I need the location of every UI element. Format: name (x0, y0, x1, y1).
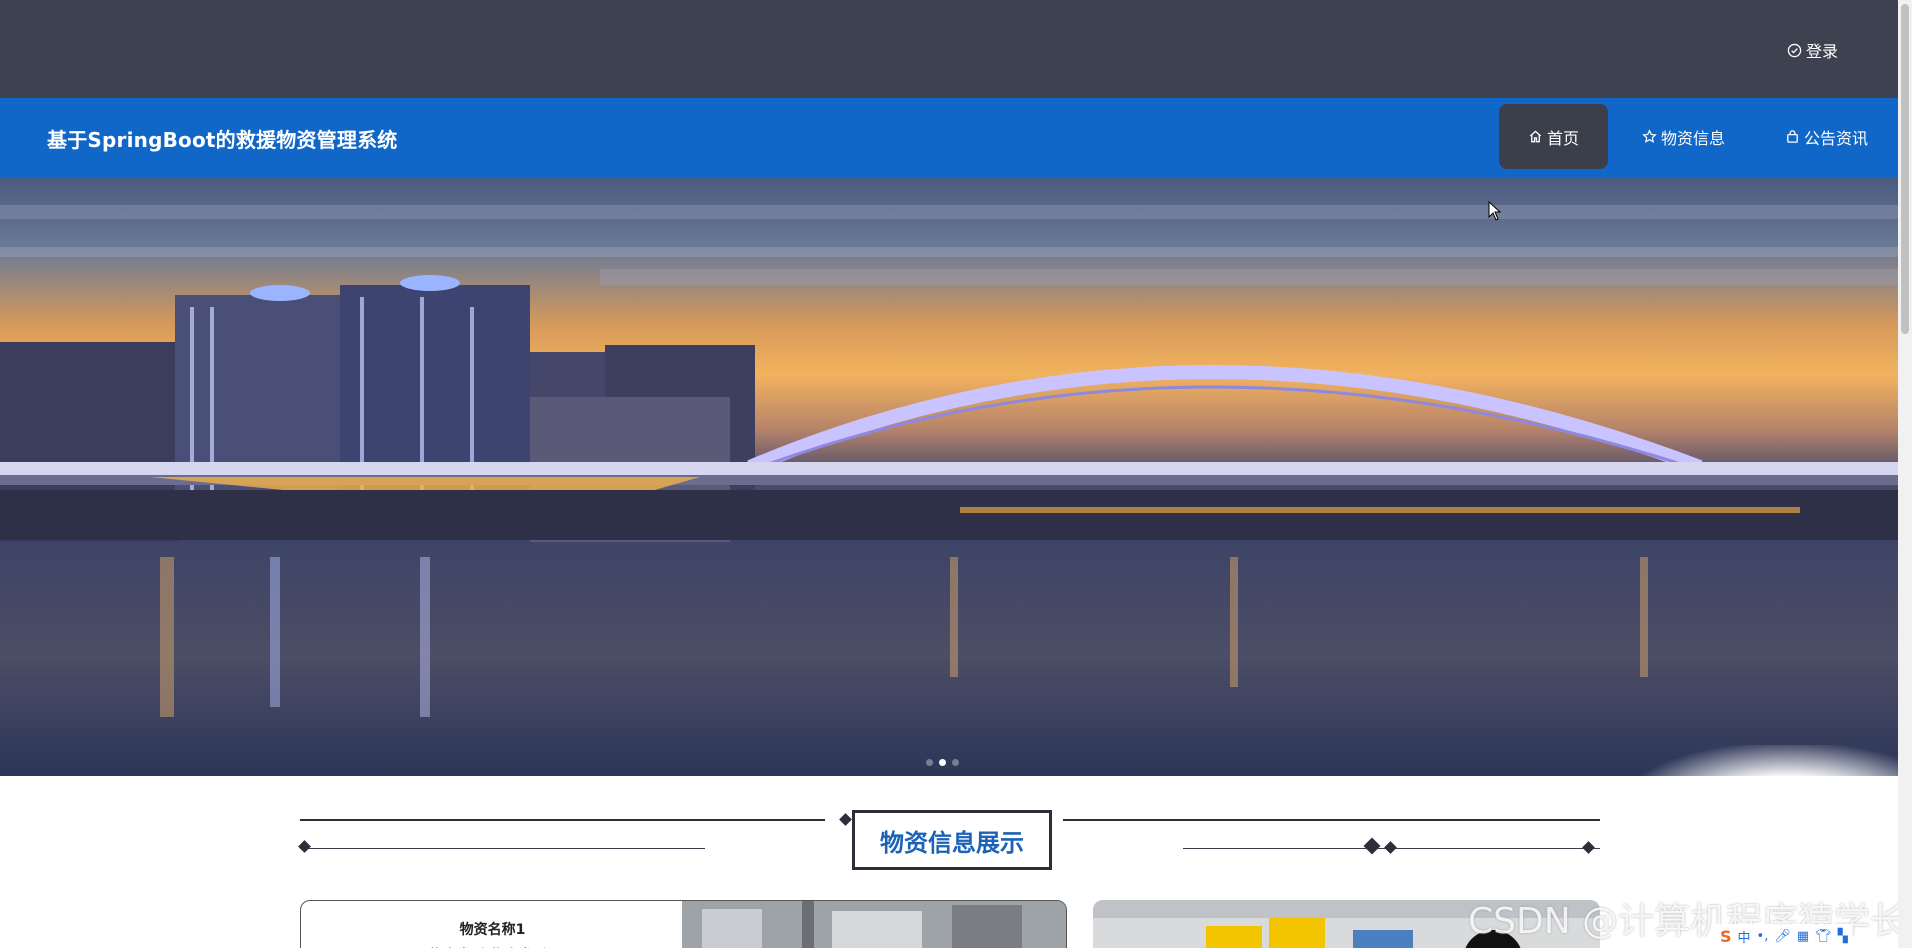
overlay-glow (1622, 745, 1898, 885)
diamond-ornament (298, 840, 311, 853)
diamond-ornament (1363, 837, 1381, 855)
banner-carousel[interactable] (0, 177, 1898, 776)
site-title: 基于SpringBoot的救援物资管理系统 (47, 128, 398, 152)
sogou-icon: S (1720, 926, 1732, 946)
section-header: 物资信息展示 (298, 810, 1600, 870)
mic-icon: 🎤︎ (1774, 928, 1791, 944)
diamond-ornament (839, 813, 852, 826)
carousel-dot[interactable] (952, 759, 959, 766)
carousel-dot[interactable] (926, 759, 933, 766)
diamond-ornament (1384, 841, 1397, 854)
bag-icon (1787, 130, 1798, 143)
nav-item-label: 首页 (1546, 128, 1579, 148)
nav-item-home[interactable]: 首页 (1498, 104, 1608, 169)
ime-mode: 中 (1737, 930, 1751, 946)
diamond-ornament (1582, 841, 1595, 854)
nav-item-news[interactable]: 公告资讯 (1755, 104, 1898, 169)
section-title: 物资信息展示 (852, 810, 1052, 870)
login-link[interactable]: 登录 (1787, 38, 1838, 62)
nav-item-materials[interactable]: 物资信息 (1612, 104, 1755, 169)
nav-item-label: 公告资讯 (1803, 128, 1868, 148)
carousel-dot-active[interactable] (939, 759, 946, 766)
material-card[interactable]: 物资名称1 物资类型:物资类型1 (300, 900, 1067, 948)
ime-toolbar[interactable]: S 中 •, 🎤︎ ▦ 👕︎ ▚ (1716, 924, 1852, 948)
banner-image (0, 177, 1898, 776)
card-info: 物资名称1 物资类型:物资类型1 (301, 901, 684, 948)
top-bar: 登录 (0, 0, 1898, 98)
nav-bar: 基于SpringBoot的救援物资管理系统 首页 物资信息 公告资讯 (0, 98, 1898, 177)
material-name: 物资名称1 (459, 922, 526, 938)
carousel-dots (926, 759, 959, 766)
skin-icon: 👕︎ (1815, 928, 1832, 944)
keyboard-icon: ▦ (1796, 928, 1810, 944)
punctuation-icon: •, (1756, 928, 1769, 944)
material-image (682, 901, 1066, 948)
star-icon (1642, 129, 1657, 143)
page-scrollbar[interactable] (1898, 0, 1912, 948)
scrollbar-thumb[interactable] (1901, 4, 1909, 334)
nav-item-label: 物资信息 (1660, 128, 1725, 148)
grid-icon: ▚ (1837, 928, 1848, 944)
divider-line (1063, 819, 1600, 821)
login-label: 登录 (1805, 42, 1838, 61)
home-icon (1529, 130, 1542, 143)
main-nav: 首页 物资信息 公告资讯 (1498, 104, 1898, 169)
page: 登录 基于SpringBoot的救援物资管理系统 首页 物资信息 公告资讯 物资… (0, 0, 1912, 948)
divider-line (300, 819, 825, 821)
divider-line (300, 848, 705, 849)
check-circle-icon (1787, 43, 1802, 57)
mouse-cursor-icon (1488, 201, 1502, 221)
